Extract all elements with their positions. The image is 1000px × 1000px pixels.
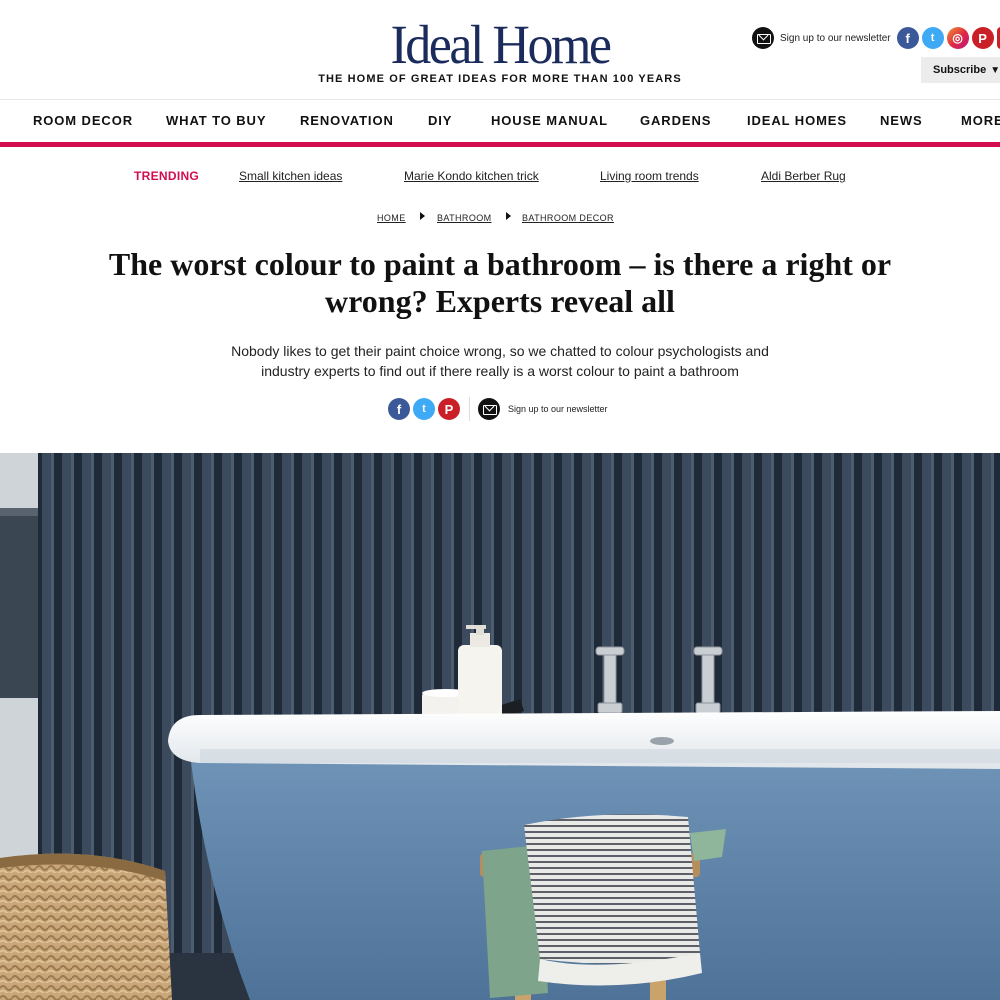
nav-item-room-decor[interactable]: ROOM DECOR (33, 113, 133, 128)
pinterest-share-icon[interactable]: P (438, 398, 460, 420)
trending-link[interactable]: Small kitchen ideas (239, 169, 342, 183)
twitter-share-icon[interactable]: t (413, 398, 435, 420)
standfirst-line: industry experts to find out if there re… (261, 363, 739, 379)
chevron-right-icon (506, 212, 511, 220)
article-standfirst: Nobody likes to get their paint choice w… (200, 341, 800, 381)
newsletter-link[interactable]: Sign up to our newsletter (780, 33, 891, 44)
trending-label: TRENDING (134, 169, 200, 183)
hero-bathroom-illustration (0, 453, 1000, 1000)
facebook-icon[interactable]: f (896, 27, 919, 49)
instagram-icon[interactable]: ◎ (946, 27, 969, 49)
hero-image (0, 453, 1000, 1000)
twitter-icon[interactable]: t (921, 27, 944, 49)
nav-item-ideal-homes[interactable]: IDEAL HOMES (747, 113, 847, 128)
nav-item-what-to-buy[interactable]: WHAT TO BUY (166, 113, 266, 128)
header-social-bar: Sign up to our newsletter f t ◎ P f (752, 26, 1000, 50)
page-title: The worst colour to paint a bathroom – i… (100, 246, 900, 320)
site-tagline: THE HOME OF GREAT IDEAS FOR MORE THAN 10… (318, 73, 682, 85)
share-divider (469, 397, 470, 421)
main-nav: ROOM DECOR WHAT TO BUY RENOVATION DIY HO… (0, 101, 1000, 142)
subscribe-label: Subscribe (933, 64, 987, 76)
subscribe-button[interactable]: Subscribe ▼ (921, 57, 1000, 83)
newsletter-link[interactable]: Sign up to our newsletter (508, 404, 608, 414)
mail-icon[interactable] (752, 27, 774, 49)
chevron-right-icon (420, 212, 425, 220)
nav-item-more[interactable]: MORE (961, 113, 1000, 128)
breadcrumb-home[interactable]: HOME (377, 213, 406, 223)
nav-accent-bar (0, 142, 1000, 147)
nav-item-renovation[interactable]: RENOVATION (300, 113, 394, 128)
site-header: Ideal Home THE HOME OF GREAT IDEAS FOR M… (0, 0, 1000, 100)
nav-item-house-manual[interactable]: HOUSE MANUAL (491, 113, 608, 128)
mail-icon[interactable] (478, 398, 500, 420)
standfirst-line: Nobody likes to get their paint choice w… (231, 343, 769, 359)
flipboard-icon[interactable]: f (996, 27, 1000, 49)
nav-item-news[interactable]: NEWS (880, 113, 923, 128)
nav-item-diy[interactable]: DIY (428, 113, 452, 128)
nav-item-gardens[interactable]: GARDENS (640, 113, 711, 128)
trending-link[interactable]: Aldi Berber Rug (761, 169, 846, 183)
breadcrumb-bathroom-decor[interactable]: BATHROOM DECOR (522, 213, 614, 223)
trending-link[interactable]: Living room trends (600, 169, 699, 183)
pinterest-icon[interactable]: P (971, 27, 994, 49)
share-bar: f t P Sign up to our newsletter (388, 397, 611, 421)
trending-link[interactable]: Marie Kondo kitchen trick (404, 169, 539, 183)
title-line: wrong? Experts reveal all (325, 283, 675, 319)
breadcrumb-bathroom[interactable]: BATHROOM (437, 213, 492, 223)
facebook-share-icon[interactable]: f (388, 398, 410, 420)
caret-down-icon: ▼ (990, 64, 1000, 76)
title-line: The worst colour to paint a bathroom – i… (108, 246, 892, 282)
